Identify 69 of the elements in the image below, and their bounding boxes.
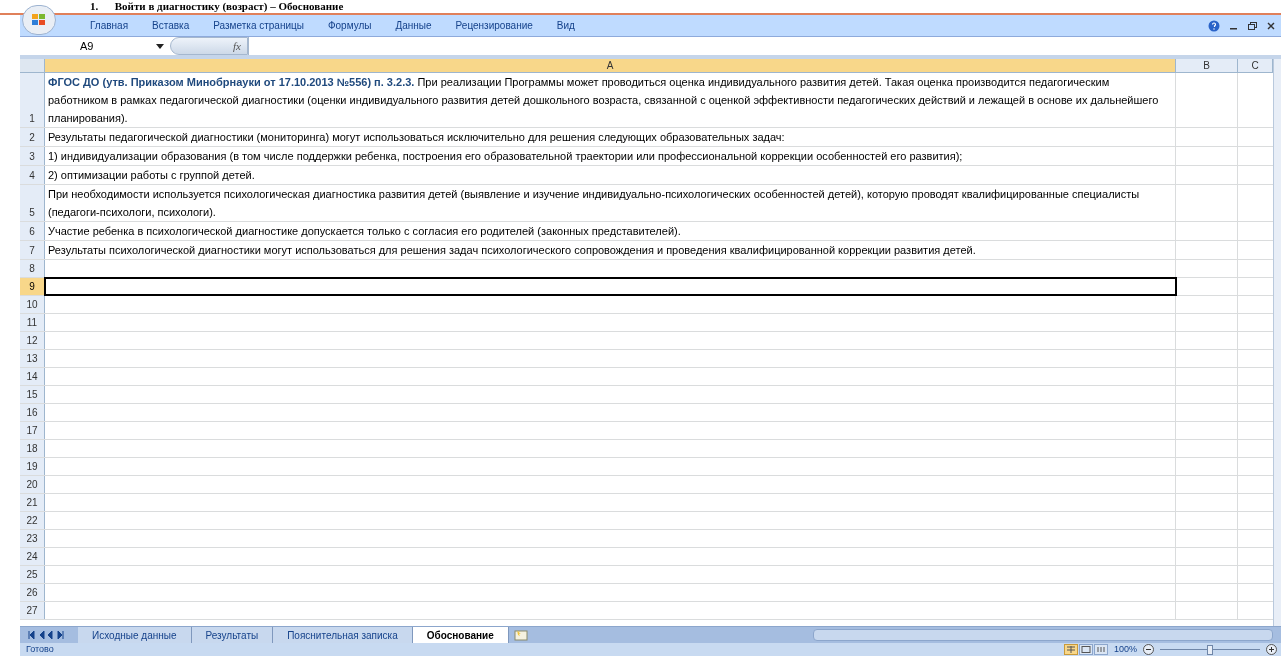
document-heading: 1. Войти в диагностику (возраст) – Обоснование bbox=[90, 0, 344, 12]
cell-reference: A9 bbox=[80, 38, 94, 54]
row-number[interactable]: 18 bbox=[20, 440, 45, 457]
column-header[interactable]: C bbox=[1238, 59, 1273, 72]
insert-sheet-icon[interactable] bbox=[512, 629, 529, 641]
row-number[interactable]: 13 bbox=[20, 350, 45, 367]
zoom-out-icon[interactable] bbox=[1143, 644, 1154, 655]
vertical-scrollbar[interactable] bbox=[1273, 59, 1281, 626]
sheet-tab[interactable]: Обоснование bbox=[412, 627, 509, 643]
horizontal-scrollbar[interactable] bbox=[813, 629, 1273, 641]
cell-text: При необходимости используется психологическая диагностика развития детей (выявление и изучение индивидуально-психологических особенностей детей), которую проводят квалифицированные специалисты (педагоги-психологи, психологи). bbox=[45, 185, 1176, 221]
row-number[interactable]: 10 bbox=[20, 296, 45, 313]
row-number[interactable]: 6 bbox=[20, 222, 45, 240]
row-number[interactable]: 5 bbox=[20, 185, 45, 221]
ribbon-tab[interactable]: Вставка bbox=[152, 18, 190, 33]
cell-text: Участие ребенка в психологической диагностике допускается только с согласия его родителей (законных представителей). bbox=[45, 222, 1176, 240]
ribbon-tab[interactable]: Данные bbox=[395, 18, 432, 33]
row-number[interactable]: 19 bbox=[20, 458, 45, 475]
name-box[interactable]: A9 bbox=[20, 37, 170, 55]
status-text: Готово bbox=[25, 642, 54, 656]
row-number[interactable]: 26 bbox=[20, 584, 45, 601]
view-buttons-icon[interactable] bbox=[1063, 644, 1108, 655]
column-header[interactable]: B bbox=[1176, 59, 1238, 72]
row-number[interactable]: 2 bbox=[20, 128, 45, 146]
sheet-tab[interactable]: Исходные данные bbox=[78, 627, 192, 643]
row-number[interactable]: 24 bbox=[20, 548, 45, 565]
row-number[interactable]: 7 bbox=[20, 241, 45, 259]
row-number[interactable]: 22 bbox=[20, 512, 45, 529]
help-icon[interactable] bbox=[1208, 19, 1220, 32]
row-number[interactable]: 3 bbox=[20, 147, 45, 165]
cell-text: ФГОС ДО (утв. Приказом Минобрнауки от 17.10.2013 №556) п. 3.2.3. При реализации Программы может проводиться оценка индивидуального развития детей. Такая оценка производится педагогическим работником в рамках педагогической диагностики (оценки индивидуального развития детей дошкольного возраста, связанной с оценкой эффективности педагогических действий и лежащей в основе их дальнейшего планирования). bbox=[45, 73, 1176, 127]
dropdown-caret-icon[interactable] bbox=[156, 43, 164, 49]
ribbon-tab[interactable]: Главная bbox=[90, 18, 129, 33]
zoom-slider[interactable] bbox=[1160, 644, 1260, 655]
close-icon[interactable] bbox=[1267, 21, 1275, 30]
row-number[interactable]: 15 bbox=[20, 386, 45, 403]
sheet-tab[interactable]: Результаты bbox=[191, 627, 274, 643]
row-number[interactable]: 1 bbox=[20, 73, 45, 127]
zoom-slider-thumb[interactable] bbox=[1207, 644, 1213, 655]
row-number[interactable]: 23 bbox=[20, 530, 45, 547]
restore-icon[interactable] bbox=[1248, 21, 1257, 30]
row-number[interactable]: 16 bbox=[20, 404, 45, 421]
row-number[interactable]: 9 bbox=[20, 278, 45, 295]
row-number[interactable]: 8 bbox=[20, 260, 45, 277]
office-logo-icon bbox=[31, 13, 47, 27]
sheet-navigation-icon[interactable] bbox=[28, 631, 64, 639]
insert-function-button[interactable]: fx bbox=[233, 37, 241, 55]
sheet-tab[interactable]: Пояснительная записка bbox=[273, 627, 413, 643]
ribbon-tab[interactable]: Формулы bbox=[327, 18, 372, 33]
zoom-in-icon[interactable] bbox=[1266, 644, 1277, 655]
row-number[interactable]: 14 bbox=[20, 368, 45, 385]
column-header[interactable]: A bbox=[45, 59, 1176, 72]
cell-text: Результаты психологической диагностики могут использоваться для решения задач психологического сопровождения и проведения квалифицированной коррекции развития детей. bbox=[45, 241, 1176, 259]
zoom-level: 100% bbox=[1113, 642, 1137, 656]
row-number[interactable]: 27 bbox=[20, 602, 45, 619]
cell-text: Результаты педагогической диагностики (мониторинга) могут использоваться исключительно для решения следующих образовательных задач: bbox=[45, 128, 1176, 146]
row-number[interactable]: 11 bbox=[20, 314, 45, 331]
ribbon-tab[interactable]: Вид bbox=[556, 18, 575, 33]
row-number[interactable]: 20 bbox=[20, 476, 45, 493]
ribbon-tab[interactable]: Разметка страницы bbox=[213, 18, 304, 33]
office-button[interactable] bbox=[22, 5, 56, 35]
row-number[interactable]: 17 bbox=[20, 422, 45, 439]
row-number[interactable]: 12 bbox=[20, 332, 45, 349]
row-number[interactable]: 4 bbox=[20, 166, 45, 184]
row-number[interactable]: 25 bbox=[20, 566, 45, 583]
ribbon-tab[interactable]: Рецензирование bbox=[455, 18, 533, 33]
row-number[interactable]: 21 bbox=[20, 494, 45, 511]
cell-text: 2) оптимизации работы с группой детей. bbox=[45, 166, 1176, 184]
cell-text: 1) индивидуализации образования (в том числе поддержки ребенка, построения его образовательной траектории или профессиональной коррекции особенностей его развития); bbox=[45, 147, 1176, 165]
